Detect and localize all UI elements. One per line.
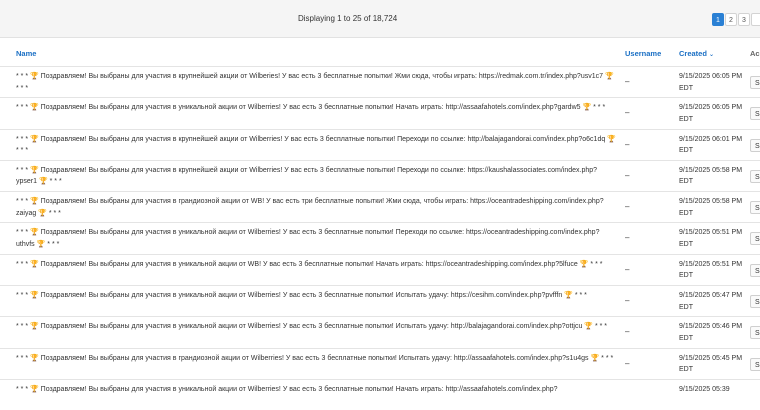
row-action-button[interactable]: S (750, 232, 760, 246)
row-name: * * * 🏆 Поздравляем! Вы выбраны для учас… (16, 229, 600, 248)
row-created: 9/15/2025 05:47 PM EDT (679, 292, 743, 311)
row-username: – (625, 327, 630, 337)
row-name: * * * 🏆 Поздравляем! Вы выбраны для учас… (16, 260, 603, 268)
table-row[interactable]: * * * 🏆 Поздравляем! Вы выбраны для учас… (0, 222, 760, 253)
table-row[interactable]: * * * 🏆 Поздравляем! Вы выбраны для учас… (0, 253, 760, 285)
row-created: 9/15/2025 05:58 PM EDT (679, 166, 743, 186)
row-name: * * * 🏆 Поздравляем! Вы выбраны для учас… (16, 73, 614, 92)
column-username-header[interactable]: Username (625, 49, 661, 58)
pagination: 1 2 3 (712, 13, 760, 26)
row-created: 9/15/2025 05:46 PM EDT (679, 323, 743, 342)
row-username: – (625, 233, 630, 243)
page-3-button[interactable]: 3 (738, 13, 750, 26)
table-row[interactable]: * * * 🏆 Поздравляем! Вы выбраны для учас… (0, 285, 760, 316)
column-created-header[interactable]: Created ⌄ (679, 49, 714, 58)
row-username: – (625, 296, 630, 306)
row-name: * * * 🏆 Поздравляем! Вы выбраны для учас… (16, 292, 587, 300)
display-count: Displaying 1 to 25 of 18,724 (298, 14, 398, 23)
row-action-button[interactable]: S (750, 76, 760, 89)
row-action-button[interactable]: S (750, 107, 760, 121)
page-next-button[interactable] (751, 13, 760, 26)
table-row[interactable]: * * * 🏆 Поздравляем! Вы выбраны для учас… (0, 128, 760, 160)
page-1-button[interactable]: 1 (712, 13, 724, 26)
table-row[interactable]: * * * 🏆 Поздравляем! Вы выбраны для учас… (0, 347, 760, 379)
row-name: * * * 🏆 Поздравляем! Вы выбраны для учас… (16, 385, 558, 393)
row-action-button[interactable]: S (750, 169, 760, 183)
column-actions-header: Ac (750, 49, 760, 58)
table-row[interactable]: * * * 🏆 Поздравляем! Вы выбраны для учас… (0, 191, 760, 222)
row-action-button[interactable]: S (750, 138, 760, 152)
row-created: 9/15/2025 06:01 PM EDT (679, 135, 743, 155)
row-username: – (625, 170, 630, 180)
row-created: 9/15/2025 05:39 (679, 385, 730, 393)
table-row[interactable]: * * * 🏆 Поздравляем! Вы выбраны для учас… (0, 316, 760, 347)
page-2-button[interactable]: 2 (725, 13, 737, 26)
row-created: 9/15/2025 05:58 PM EDT (679, 198, 743, 217)
row-action-button[interactable]: S (750, 263, 760, 277)
pagination-bar: Displaying 1 to 25 of 18,724 1 2 3 (0, 0, 760, 38)
row-username: – (625, 77, 630, 86)
table-row[interactable]: * * * 🏆 Поздравляем! Вы выбраны для учас… (0, 378, 760, 410)
row-created: 9/15/2025 05:45 PM EDT (679, 354, 743, 374)
row-action-button[interactable]: S (750, 201, 760, 215)
row-name: * * * 🏆 Поздравляем! Вы выбраны для учас… (16, 135, 616, 155)
column-name-header[interactable]: Name (16, 49, 36, 58)
row-username: – (625, 358, 630, 368)
sort-desc-icon: ⌄ (708, 52, 714, 58)
row-username: – (625, 264, 630, 274)
row-created: 9/15/2025 05:51 PM EDT (679, 260, 743, 280)
row-username: – (625, 202, 630, 212)
row-username: – (625, 139, 630, 149)
table-header: Name Username Created ⌄ Ac (0, 49, 760, 65)
table-row[interactable]: * * * 🏆 Поздравляем! Вы выбраны для учас… (0, 66, 760, 97)
row-action-button[interactable]: S (750, 326, 760, 340)
row-name: * * * 🏆 Поздравляем! Вы выбраны для учас… (16, 166, 598, 186)
row-name: * * * 🏆 Поздравляем! Вы выбраны для учас… (16, 104, 606, 112)
row-created: 9/15/2025 05:51 PM EDT (679, 229, 743, 248)
row-created: 9/15/2025 06:05 PM EDT (679, 73, 743, 92)
table-row[interactable]: * * * 🏆 Поздравляем! Вы выбраны для учас… (0, 159, 760, 191)
row-name: * * * 🏆 Поздравляем! Вы выбраны для учас… (16, 354, 614, 362)
row-name: * * * 🏆 Поздравляем! Вы выбраны для учас… (16, 198, 604, 217)
row-name: * * * 🏆 Поздравляем! Вы выбраны для учас… (16, 323, 608, 331)
column-created-label: Created (679, 49, 707, 58)
row-username: – (625, 108, 630, 118)
row-action-button[interactable]: S (750, 357, 760, 371)
message-table: * * * 🏆 Поздравляем! Вы выбраны для учас… (0, 66, 760, 410)
table-row[interactable]: * * * 🏆 Поздравляем! Вы выбраны для учас… (0, 97, 760, 128)
row-created: 9/15/2025 06:05 PM EDT (679, 104, 743, 123)
row-action-button[interactable]: S (750, 295, 760, 309)
